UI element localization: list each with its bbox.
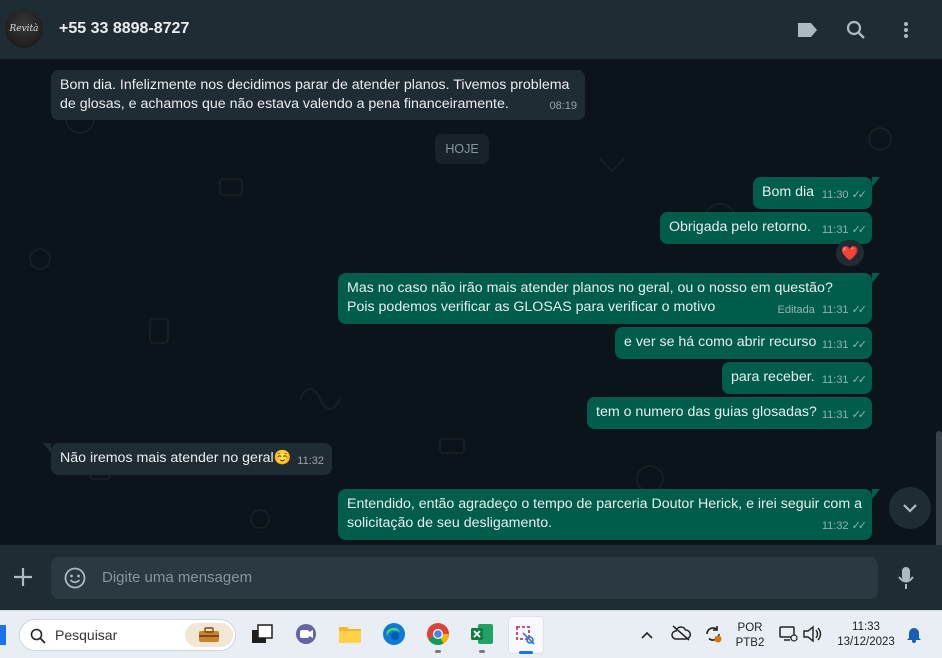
heart-icon: ❤️ xyxy=(841,244,859,261)
network-icon[interactable] xyxy=(778,625,798,648)
message-time: 11:31 xyxy=(821,304,849,316)
message-meta: 08:19 xyxy=(549,97,577,116)
message-time: 08:19 xyxy=(549,100,577,112)
heart-reaction[interactable]: ❤️ xyxy=(836,240,864,266)
message-time: 11:31 xyxy=(821,224,849,236)
more-options-icon[interactable] xyxy=(894,18,918,42)
search-placeholder: Pesquisar xyxy=(55,627,118,643)
read-receipt-icon: ✓✓ xyxy=(851,520,868,532)
clock-time: 11:33 xyxy=(852,621,880,633)
input-language[interactable]: POR PTB2 xyxy=(733,621,767,651)
read-receipt-icon: ✓✓ xyxy=(851,374,868,386)
chevron-down-icon xyxy=(903,504,917,513)
edge-browser-icon[interactable] xyxy=(381,621,407,647)
read-receipt-icon: ✓✓ xyxy=(851,224,868,236)
volume-icon[interactable] xyxy=(802,625,822,648)
edited-label: Editada xyxy=(777,304,815,316)
file-explorer-icon[interactable] xyxy=(337,621,363,647)
read-receipt-icon: ✓✓ xyxy=(851,339,868,351)
message-text: Obrigada pelo retorno. xyxy=(669,219,811,235)
read-receipt-icon: ✓✓ xyxy=(851,304,868,316)
message-text: para receber. xyxy=(731,369,815,385)
message-meta: 11:31 ✓✓ xyxy=(821,221,868,240)
message-meta: 11:32 xyxy=(297,452,324,471)
message-list[interactable]: Bom dia. Infelizmente nos decidimos para… xyxy=(0,59,942,545)
task-view-icon[interactable] xyxy=(249,621,275,647)
message-text: e ver se há como abrir recurso xyxy=(624,334,817,350)
message-placeholder: Digite uma mensagem xyxy=(102,569,253,586)
search-icon[interactable] xyxy=(844,18,868,42)
chat-scrollbar[interactable] xyxy=(936,431,942,545)
message-text: Não iremos mais atender no geral☺️ xyxy=(60,450,292,466)
outgoing-message[interactable]: Entendido, então agradeço o tempo de par… xyxy=(338,489,880,540)
chrome-browser-icon[interactable] xyxy=(425,621,451,653)
message-input[interactable]: Digite uma mensagem xyxy=(51,557,878,599)
excel-icon[interactable] xyxy=(469,621,495,653)
taskbar-search[interactable]: Pesquisar xyxy=(19,619,236,651)
message-text: tem o numero das guias glosadas? xyxy=(596,404,817,420)
message-time: 11:32 xyxy=(297,455,324,467)
message-meta: 11:31 ✓✓ xyxy=(821,406,868,425)
message-meta: 11:31 ✓✓ xyxy=(821,371,868,390)
message-meta: 11:32 ✓✓ xyxy=(821,517,868,536)
attach-plus-icon[interactable] xyxy=(12,566,34,593)
read-receipt-icon: ✓✓ xyxy=(851,409,868,421)
message-time: 11:31 xyxy=(821,339,849,351)
scroll-to-bottom-button[interactable] xyxy=(889,487,931,529)
read-receipt-icon: ✓✓ xyxy=(851,189,868,201)
message-text: Bom dia xyxy=(762,184,815,200)
message-meta: 11:30 ✓✓ xyxy=(821,186,868,205)
outgoing-message[interactable]: para receber. 11:31 ✓✓ xyxy=(722,362,872,394)
briefcase-icon xyxy=(185,623,233,647)
emoji-icon[interactable] xyxy=(64,567,86,594)
message-time: 11:32 xyxy=(821,520,849,532)
incoming-message[interactable]: Bom dia. Infelizmente nos decidimos para… xyxy=(51,70,585,120)
snipping-tool-icon[interactable] xyxy=(508,616,544,654)
outgoing-message[interactable]: tem o numero das guias glosadas? 11:31 ✓✓ xyxy=(587,397,872,429)
clock-date: 13/12/2023 xyxy=(837,636,895,648)
message-text: Mas no caso não irão mais atender planos… xyxy=(347,280,833,315)
language-code: POR xyxy=(737,622,763,634)
outgoing-message[interactable]: e ver se há como abrir recurso 11:31 ✓✓ xyxy=(615,327,872,359)
taskbar-clock[interactable]: 11:33 13/12/2023 xyxy=(832,620,900,650)
contact-name[interactable]: +55 33 8898-8727 xyxy=(59,20,189,38)
label-icon[interactable] xyxy=(795,18,819,42)
outgoing-message[interactable]: Bom dia 11:30 ✓✓ xyxy=(753,177,880,209)
outgoing-message[interactable]: Obrigada pelo retorno. 11:31 ✓✓ xyxy=(660,212,872,244)
teams-chat-icon[interactable] xyxy=(293,621,319,647)
date-divider: HOJE xyxy=(435,134,489,164)
cloud-offline-icon[interactable] xyxy=(671,625,691,646)
message-text: Entendido, então agradeço o tempo de par… xyxy=(347,496,862,531)
outgoing-message[interactable]: Mas no caso não irão mais atender planos… xyxy=(338,273,880,324)
message-time: 11:31 xyxy=(821,374,849,386)
search-icon xyxy=(30,628,46,644)
message-meta: Editada 11:31 ✓✓ xyxy=(777,301,868,320)
microphone-icon[interactable] xyxy=(898,566,914,595)
message-time: 11:30 xyxy=(821,189,849,201)
keyboard-layout: PTB2 xyxy=(735,637,765,649)
start-button-edge[interactable] xyxy=(0,625,6,645)
message-meta: 11:31 ✓✓ xyxy=(821,336,868,355)
sync-icon[interactable] xyxy=(703,624,723,649)
chat-header: Revità +55 33 8898-8727 xyxy=(0,0,942,59)
avatar-logo-text: Revità xyxy=(9,24,39,34)
windows-taskbar: Pesquisar POR PTB2 11:33 13/12/2023 xyxy=(0,610,942,658)
composer-bar: Digite uma mensagem xyxy=(0,545,942,610)
incoming-message[interactable]: Não iremos mais atender no geral☺️ 11:32 xyxy=(43,443,332,475)
message-time: 11:31 xyxy=(821,409,849,421)
chevron-up-icon[interactable] xyxy=(640,627,654,645)
notification-bell-icon[interactable] xyxy=(906,625,922,648)
contact-avatar[interactable]: Revità xyxy=(5,10,43,48)
message-text: Bom dia. Infelizmente nos decidimos para… xyxy=(60,77,570,112)
